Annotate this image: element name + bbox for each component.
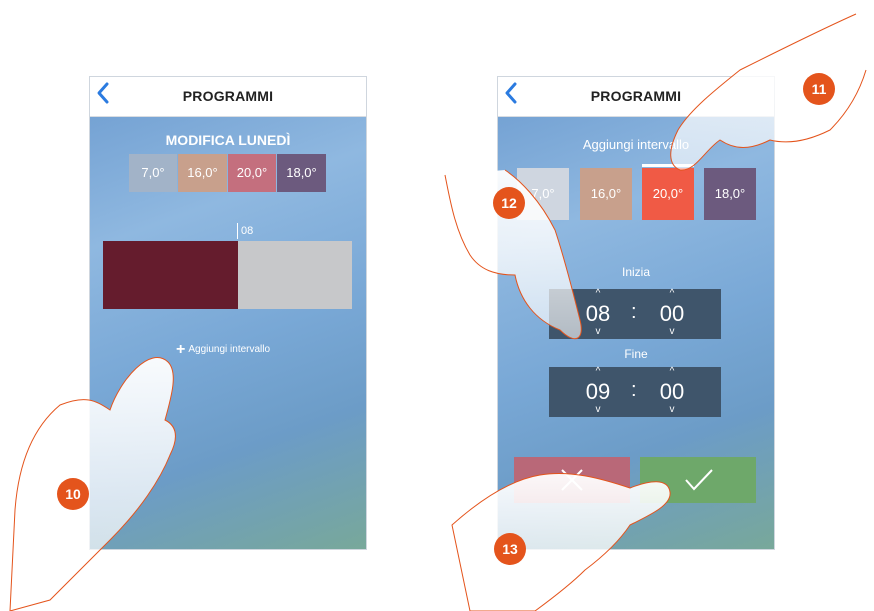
temperature-chip[interactable]: 18,0° <box>704 168 756 220</box>
temperature-chip[interactable]: 16,0° <box>178 154 227 192</box>
section-title: MODIFICA LUNEDÌ <box>165 132 291 148</box>
start-hours[interactable]: 08 <box>573 301 623 327</box>
timeline-segment[interactable] <box>103 241 238 309</box>
plus-icon: + <box>176 341 186 358</box>
temperature-label: 16,0° <box>590 186 622 201</box>
timeline-marker-label: 08 <box>241 225 254 237</box>
check-icon <box>685 469 713 491</box>
chevron-up-icon[interactable]: ^ <box>647 289 697 299</box>
start-minutes[interactable]: 00 <box>647 301 697 327</box>
temperature-chip[interactable]: 7,0° <box>517 168 569 220</box>
timeline-segment[interactable] <box>238 241 352 309</box>
time-separator: : <box>631 301 637 323</box>
end-time-label: Fine <box>624 347 648 361</box>
temperature-chip[interactable]: 20,0° <box>228 154 276 192</box>
confirm-button[interactable] <box>640 457 756 503</box>
chevron-down-icon[interactable]: v <box>647 405 697 415</box>
right-phone-screen: PROGRAMMI Aggiungi intervallo 7,0° 16,0°… <box>497 76 775 550</box>
section-title: Aggiungi intervallo <box>582 137 690 152</box>
chevron-down-icon[interactable]: v <box>573 327 623 337</box>
start-time-label: Inizia <box>621 265 650 279</box>
temperature-chip[interactable]: 16,0° <box>580 168 632 220</box>
temperature-chip[interactable]: 7,0° <box>129 154 177 192</box>
temperature-label: 16,0° <box>187 165 218 180</box>
end-minutes[interactable]: 00 <box>647 379 697 405</box>
chevron-up-icon[interactable]: ^ <box>573 289 623 299</box>
chevron-up-icon[interactable]: ^ <box>647 367 697 377</box>
temperature-label: 18,0° <box>714 186 746 201</box>
temperature-label: 20,0° <box>236 165 268 180</box>
step-callout: 13 <box>494 533 526 565</box>
end-hours[interactable]: 09 <box>573 379 623 405</box>
add-interval-button[interactable]: + Aggiungi intervallo <box>176 341 270 359</box>
step-callout: 11 <box>803 73 835 105</box>
nav-bar: PROGRAMMI <box>498 77 774 117</box>
nav-title: PROGRAMMI <box>182 88 274 104</box>
temperature-label: 18,0° <box>286 165 317 180</box>
close-icon <box>561 469 583 491</box>
temperature-label: 20,0° <box>652 186 684 201</box>
left-phone-screen: PROGRAMMI MODIFICA LUNEDÌ 7,0° 16,0° 20,… <box>89 76 367 550</box>
cancel-button[interactable] <box>514 457 630 503</box>
chevron-up-icon[interactable]: ^ <box>573 367 623 377</box>
chevron-down-icon[interactable]: v <box>647 327 697 337</box>
temperature-label: 7,0° <box>141 165 165 180</box>
step-callout: 12 <box>493 187 525 219</box>
add-interval-label: Aggiungi intervallo <box>188 344 271 355</box>
selection-indicator <box>642 164 694 167</box>
nav-bar: PROGRAMMI <box>90 77 366 117</box>
step-callout: 10 <box>57 478 89 510</box>
temperature-label: 7,0° <box>531 186 555 201</box>
time-separator: : <box>631 379 637 401</box>
end-time-picker[interactable]: ^ 09 v : ^ 00 v <box>549 367 721 417</box>
temperature-chip-selected[interactable]: 20,0° <box>642 168 694 220</box>
start-time-picker[interactable]: ^ 08 v : ^ 00 v <box>549 289 721 339</box>
chevron-down-icon[interactable]: v <box>573 405 623 415</box>
timeline-marker <box>237 223 238 239</box>
nav-title: PROGRAMMI <box>590 88 682 104</box>
temperature-chip[interactable]: 18,0° <box>277 154 326 192</box>
